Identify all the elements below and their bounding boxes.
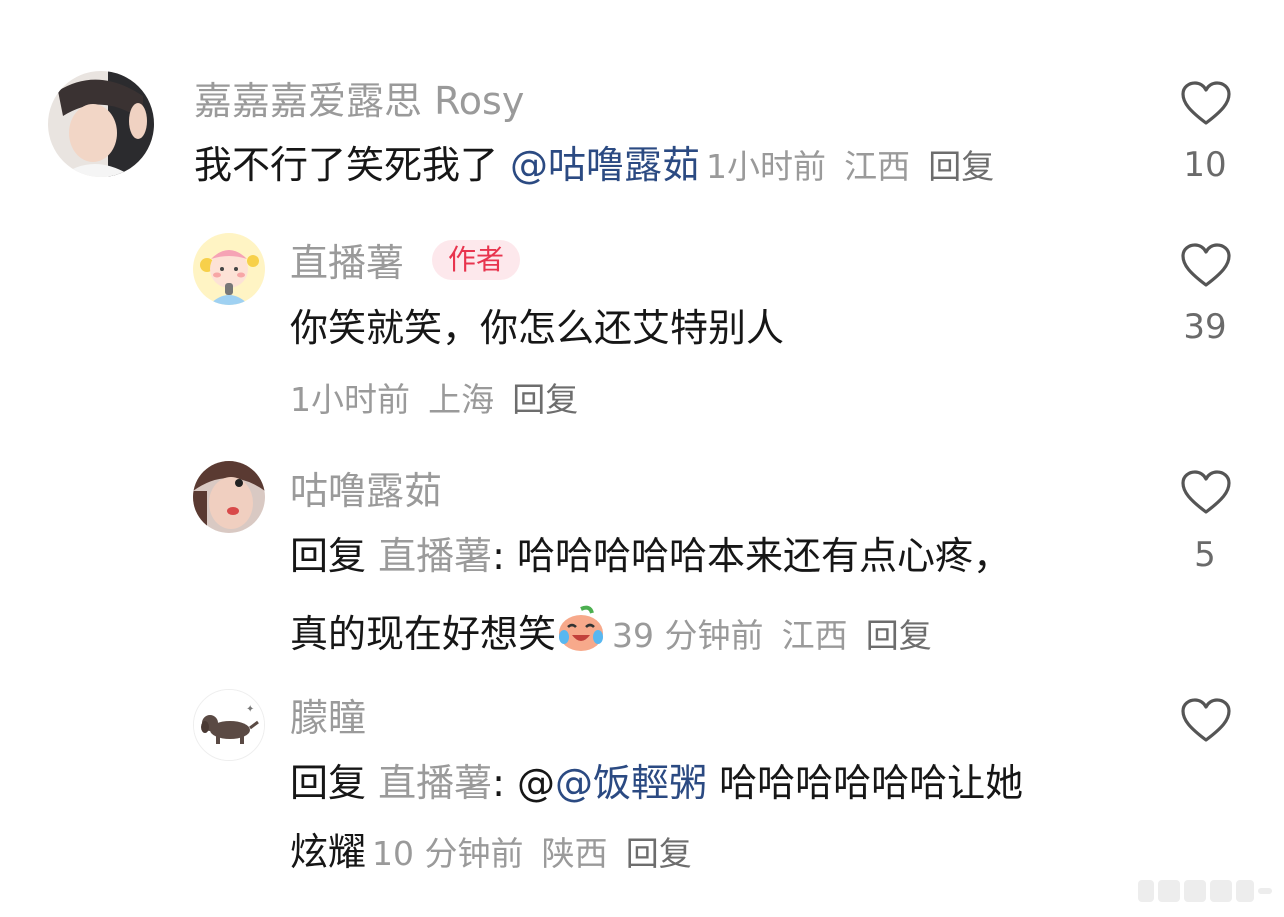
avatar-zhiboshu[interactable] — [193, 233, 265, 305]
comment-body: 炫耀 — [290, 830, 367, 874]
reply-prefix: 回复 — [290, 761, 367, 805]
comment-text-zhiboshu: 你笑就笑，你怎么还艾特别人 — [290, 306, 785, 350]
like-button[interactable] — [1180, 697, 1232, 747]
comment-body: 我不行了笑死我了 — [194, 143, 499, 187]
comment-text-menglong-line2: 炫耀 10 分钟前 陕西 回复 — [290, 833, 692, 871]
reply-prefix: 回复 — [290, 534, 367, 578]
comment-text-gulululu-line2: 真的现在好想笑 39 分钟前 江西 回复 — [290, 605, 932, 653]
comment-time: 10 分钟前 — [372, 834, 524, 873]
comment-body: 真的现在好想笑 — [290, 612, 557, 656]
comment-body: 哈哈哈哈哈哈让她 — [719, 761, 1024, 805]
at-symbol: @ — [517, 761, 556, 805]
comment-text-rosy: 我不行了笑死我了 @咕噜露茹 1小时前 江西 回复 — [194, 146, 994, 184]
heart-icon — [1181, 81, 1231, 125]
mention-link[interactable]: @咕噜露茹 — [510, 143, 700, 187]
like-count: 39 — [1183, 307, 1227, 347]
heart-icon — [1181, 243, 1231, 287]
comment-location: 江西 — [844, 147, 911, 186]
author-badge: 作者 — [432, 240, 521, 280]
like-button[interactable] — [1180, 80, 1232, 130]
avatar-rosy[interactable] — [48, 71, 154, 177]
watermark — [1138, 880, 1272, 902]
comment-location: 江西 — [781, 616, 848, 655]
like-count: 5 — [1194, 535, 1216, 575]
reply-target[interactable]: 直播薯 — [378, 534, 492, 578]
heart-icon — [1181, 698, 1231, 742]
reply-target[interactable]: 直播薯 — [378, 761, 492, 805]
comment-location: 上海 — [428, 380, 495, 419]
reply-button[interactable]: 回复 — [512, 380, 578, 419]
comment-meta-zhiboshu: 1小时前 上海 回复 — [284, 379, 578, 417]
username-gulululu[interactable]: 咕噜露茹 — [290, 472, 442, 510]
mention-link[interactable]: @饭輕粥 — [555, 761, 707, 805]
like-button[interactable] — [1180, 242, 1232, 292]
username-menglong[interactable]: 朦瞳 — [290, 699, 366, 737]
comment-time: 39 分钟前 — [612, 616, 764, 655]
svg-text:✦: ✦ — [246, 704, 254, 715]
comment-time: 1小时前 — [290, 380, 410, 419]
username-zhiboshu[interactable]: 直播薯 — [290, 244, 404, 282]
avatar-menglong[interactable]: ✦ — [193, 689, 265, 761]
reply-button[interactable]: 回复 — [928, 147, 994, 186]
username-rosy[interactable]: 嘉嘉嘉爱露思 Rosy — [194, 82, 524, 120]
comment-time: 1小时前 — [706, 147, 827, 186]
heart-icon — [1181, 470, 1231, 514]
comment-text-gulululu-line1: 回复 直播薯: 哈哈哈哈哈本来还有点心疼， — [290, 534, 1012, 578]
like-count: 10 — [1183, 145, 1227, 185]
crying-laughing-emoji — [559, 605, 604, 651]
like-button[interactable] — [1180, 469, 1232, 519]
comment-text-menglong-line1: 回复 直播薯: @@饭輕粥 哈哈哈哈哈哈让她 — [290, 761, 1024, 805]
reply-button[interactable]: 回复 — [626, 834, 692, 873]
comment-location: 陕西 — [541, 834, 608, 873]
reply-button[interactable]: 回复 — [866, 616, 932, 655]
comment-body: 哈哈哈哈哈本来还有点心疼， — [517, 534, 1012, 578]
avatar-gulululu[interactable] — [193, 461, 265, 533]
